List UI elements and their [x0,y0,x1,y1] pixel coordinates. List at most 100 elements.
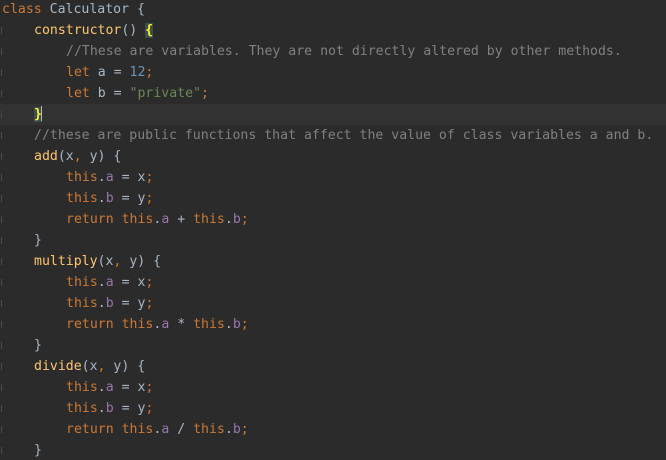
code-token: "private" [129,86,201,101]
code-comment: //these are public functions that affect… [34,128,654,143]
code-text: } [34,104,42,125]
code-line[interactable]: class Calculator { [0,0,666,20]
code-token: ; [240,422,249,437]
code-token: = y [113,296,146,311]
code-text: //These are variables. They are not dire… [66,41,622,62]
code-token: this [193,317,225,332]
fold-marker [1,216,2,223]
code-token: this [66,191,98,206]
code-token: b = [89,86,130,101]
fold-marker [1,237,2,244]
code-token: Calculator { [41,2,145,17]
code-token: , [113,254,130,269]
code-token: . [97,296,106,311]
code-token: this [66,296,98,311]
code-editor[interactable]: class Calculator {constructor() { //These… [0,0,666,460]
code-token: . [97,401,106,416]
code-text: this.b = y; [66,293,153,314]
code-line[interactable]: let a = 12; [0,62,666,83]
code-token: this [121,317,154,332]
code-token: a [105,170,114,185]
code-token: y) { [89,149,122,164]
code-line[interactable]: this.b = y; [0,188,666,209]
code-line[interactable]: //these are public functions that affect… [0,125,666,146]
code-comment: //These are variables. They are not dire… [66,44,622,59]
code-line[interactable]: return this.a / this.b; [0,419,666,440]
code-text: this.a = x; [66,272,153,293]
code-token: y) { [113,359,146,374]
code-line[interactable]: //These are variables. They are not dire… [0,41,666,62]
code-token: ; [240,212,249,227]
code-token: , [73,149,90,164]
code-line[interactable]: return this.a + this.b; [0,209,666,230]
code-line[interactable]: add(x, y) { [0,146,666,167]
fold-marker [1,342,2,349]
code-token: return [66,212,114,227]
code-token: a = [89,65,130,80]
code-text: } [34,230,42,251]
code-token: let [66,65,90,80]
code-line[interactable]: constructor() { [0,20,666,41]
code-line[interactable]: multiply(x, y) { [0,251,666,272]
code-token: this [66,275,98,290]
code-token: b [232,317,241,332]
code-line[interactable]: divide(x, y) { [0,356,666,377]
code-token: / [169,422,194,437]
fold-marker [1,69,2,76]
code-line[interactable]: } [0,335,666,356]
code-token: return [66,317,114,332]
code-token: . [97,275,106,290]
code-line[interactable]: this.a = x; [0,377,666,398]
code-token: b [232,212,241,227]
code-token: b [105,191,114,206]
code-token: . [97,191,106,206]
code-line[interactable]: } [0,230,666,251]
code-token: a [105,380,114,395]
code-token: ; [201,86,209,101]
code-token: } [34,338,42,353]
fold-marker [1,132,2,139]
code-token: return [66,422,114,437]
code-text: let b = "private"; [66,83,209,104]
fold-marker [1,279,2,286]
code-token: this [193,212,225,227]
fold-marker [1,111,2,118]
code-text: let a = 12; [66,62,153,83]
text-caret [40,106,42,121]
code-line[interactable]: this.b = y; [0,398,666,419]
fold-marker [1,447,2,454]
code-token: this [121,212,154,227]
code-token: let [66,86,90,101]
code-token: ; [145,170,154,185]
code-token: b [232,422,241,437]
code-line[interactable]: this.b = y; [0,293,666,314]
code-token: ; [145,380,154,395]
code-token: this [121,422,154,437]
code-line[interactable]: return this.a * this.b; [0,314,666,335]
code-token: this [193,422,225,437]
code-line[interactable]: } [0,104,666,125]
code-line[interactable]: } [0,440,666,460]
code-token: * [169,317,194,332]
code-line[interactable]: this.a = x; [0,167,666,188]
code-token: } [34,443,42,458]
code-token: this [66,401,98,416]
fold-marker [1,300,2,307]
code-text: return this.a * this.b; [66,314,249,335]
code-token: ; [145,296,154,311]
code-token: ; [145,65,154,80]
code-token: ; [240,317,249,332]
code-text: this.a = x; [66,377,153,398]
code-text: multiply(x, y) { [34,251,161,272]
code-token: this [66,380,98,395]
fold-marker [1,27,2,34]
code-token: . [97,380,106,395]
code-line[interactable]: let b = "private"; [0,83,666,104]
code-token: (x [97,254,114,269]
code-text: } [34,335,42,356]
code-token: { [145,23,154,38]
code-line[interactable]: this.a = x; [0,272,666,293]
code-text: add(x, y) { [34,146,121,167]
